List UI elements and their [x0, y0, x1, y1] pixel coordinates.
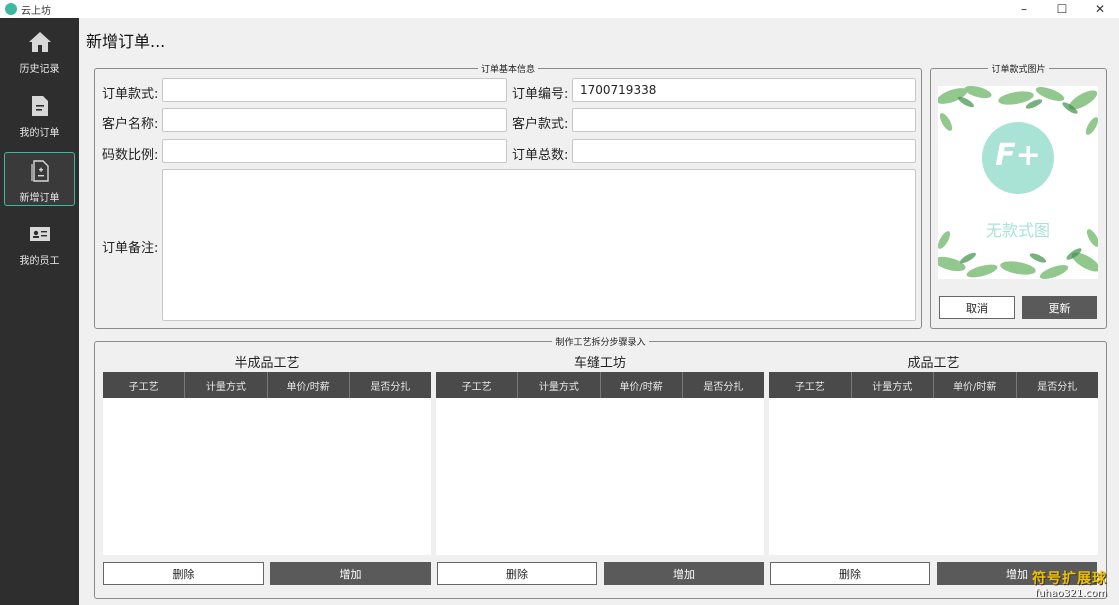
- leaf-border-decoration: [938, 86, 1098, 279]
- id-card-icon: [29, 222, 51, 246]
- style-label: 订单款式:: [102, 87, 159, 102]
- close-button[interactable]: ✕: [1081, 0, 1119, 18]
- column-header[interactable]: 计量方式: [185, 372, 268, 398]
- semi-finished-title: 半成品工艺: [234, 356, 300, 371]
- semi-finished-table[interactable]: 子工艺 计量方式 单价/时薪 是否分扎: [103, 372, 431, 555]
- sidebar: 历史记录 我的订单 新增订单 我的员工: [0, 18, 79, 605]
- cancel-button[interactable]: 取消: [939, 296, 1015, 319]
- order-no-input[interactable]: 1700719338: [572, 78, 916, 102]
- column-header[interactable]: 是否分扎: [350, 372, 431, 398]
- finished-table[interactable]: 子工艺 计量方式 单价/时薪 是否分扎: [769, 372, 1098, 555]
- style-image-legend: 订单款式图片: [991, 65, 1046, 75]
- home-icon: [28, 30, 52, 54]
- column-header[interactable]: 单价/时薪: [934, 372, 1017, 398]
- brand-logo: F+: [995, 138, 1041, 173]
- sidebar-item-new-order[interactable]: 新增订单: [4, 152, 75, 206]
- app-logo-icon: [5, 3, 17, 15]
- column-header[interactable]: 子工艺: [103, 372, 186, 398]
- watermark-url: fuhao321.com: [1034, 588, 1107, 599]
- page-title: 新增订单...: [86, 32, 166, 51]
- remarks-label: 订单备注:: [102, 241, 159, 256]
- style-input[interactable]: [162, 78, 507, 102]
- watermark-title: 符号扩展球: [1032, 571, 1107, 587]
- maximize-button[interactable]: ☐: [1043, 0, 1081, 18]
- customer-style-input[interactable]: [572, 108, 916, 132]
- customer-style-label: 客户款式:: [512, 117, 569, 132]
- column-header[interactable]: 子工艺: [436, 372, 519, 398]
- column-header[interactable]: 计量方式: [518, 372, 601, 398]
- sidebar-item-label: 新增订单: [19, 193, 60, 204]
- finished-title: 成品工艺: [907, 356, 960, 371]
- app-title: 云上坊: [21, 5, 51, 17]
- remarks-textarea[interactable]: [162, 169, 916, 321]
- semi-finished-add-button[interactable]: 增加: [270, 562, 431, 585]
- new-document-icon: [30, 159, 49, 183]
- sidebar-item-my-orders[interactable]: 我的订单: [4, 88, 75, 142]
- sewing-title: 车缝工坊: [573, 356, 626, 371]
- no-image-text: 无款式图: [985, 221, 1050, 240]
- customer-label: 客户名称:: [102, 117, 159, 132]
- semi-finished-delete-button[interactable]: 删除: [103, 562, 264, 585]
- column-header[interactable]: 子工艺: [769, 372, 852, 398]
- customer-input[interactable]: [162, 108, 507, 132]
- style-image-placeholder[interactable]: F+ 无款式图: [938, 86, 1098, 279]
- minimize-button[interactable]: –: [1005, 0, 1043, 18]
- table-header: 子工艺 计量方式 单价/时薪 是否分扎: [769, 372, 1098, 398]
- sewing-delete-button[interactable]: 删除: [437, 562, 597, 585]
- update-button[interactable]: 更新: [1022, 296, 1097, 319]
- sidebar-item-history[interactable]: 历史记录: [4, 24, 75, 78]
- total-input[interactable]: [572, 139, 916, 163]
- sidebar-item-label: 我的订单: [19, 128, 60, 139]
- sidebar-item-label: 历史记录: [19, 64, 60, 75]
- title-bar: 云上坊 – ☐ ✕: [0, 0, 1119, 18]
- size-ratio-input[interactable]: [162, 139, 507, 163]
- column-header[interactable]: 是否分扎: [1017, 372, 1099, 398]
- column-header[interactable]: 是否分扎: [683, 372, 764, 398]
- sewing-add-button[interactable]: 增加: [604, 562, 764, 585]
- column-header[interactable]: 单价/时薪: [601, 372, 683, 398]
- process-legend: 制作工艺拆分步骤录入: [555, 338, 646, 348]
- document-icon: [31, 94, 49, 118]
- sidebar-item-label: 我的员工: [19, 256, 60, 267]
- size-ratio-label: 码数比例:: [102, 148, 159, 163]
- finished-delete-button[interactable]: 删除: [770, 562, 930, 585]
- watermark: 符号扩展球 fuhao321.com: [1032, 568, 1107, 599]
- table-header: 子工艺 计量方式 单价/时薪 是否分扎: [436, 372, 764, 398]
- column-header[interactable]: 单价/时薪: [268, 372, 350, 398]
- sewing-table[interactable]: 子工艺 计量方式 单价/时薪 是否分扎: [436, 372, 764, 555]
- sidebar-item-my-staff[interactable]: 我的员工: [4, 216, 75, 270]
- column-header[interactable]: 计量方式: [852, 372, 934, 398]
- total-label: 订单总数:: [512, 148, 569, 163]
- table-header: 子工艺 计量方式 单价/时薪 是否分扎: [103, 372, 431, 398]
- basic-info-legend: 订单基本信息: [480, 65, 535, 75]
- order-no-label: 订单编号:: [512, 87, 569, 102]
